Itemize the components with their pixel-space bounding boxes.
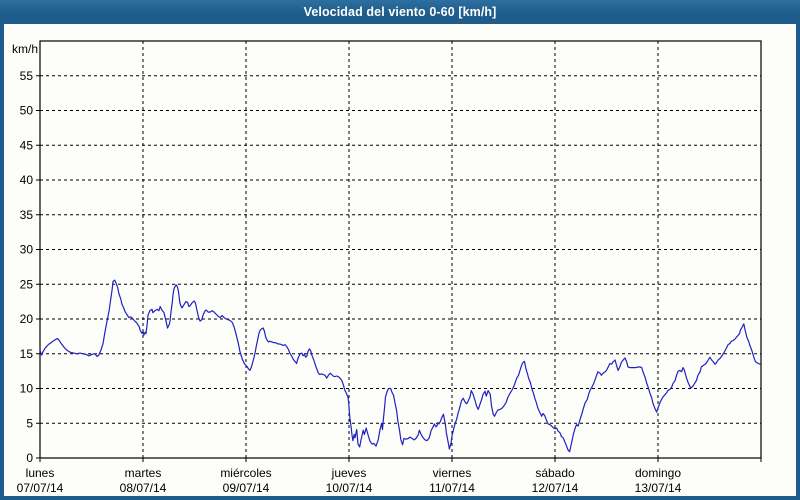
y-tick-label: 5	[26, 416, 33, 430]
x-date-label: 13/07/14	[635, 481, 682, 495]
y-tick-label: 20	[20, 312, 34, 326]
x-day-label: domingo	[635, 466, 681, 480]
y-tick-label: 25	[20, 277, 34, 291]
app-window: Velocidad del viento 0-60 [km/h] 0510152…	[0, 0, 800, 500]
x-date-label: 12/07/14	[532, 481, 579, 495]
y-tick-label: 45	[20, 138, 34, 152]
y-tick-label: 50	[20, 104, 34, 118]
y-tick-label: 15	[20, 347, 34, 361]
x-day-label: jueves	[331, 466, 367, 480]
x-day-label: viernes	[433, 466, 472, 480]
x-day-label: miércoles	[220, 466, 271, 480]
x-day-label: sábado	[535, 466, 575, 480]
x-day-label: lunes	[26, 466, 55, 480]
y-tick-label: 35	[20, 208, 34, 222]
x-day-label: martes	[125, 466, 162, 480]
y-tick-label: 10	[20, 382, 34, 396]
y-axis-unit-label: km/h	[12, 42, 38, 56]
y-tick-label: 0	[26, 451, 33, 465]
y-tick-label: 55	[20, 69, 34, 83]
x-date-label: 11/07/14	[429, 481, 475, 495]
x-date-label: 10/07/14	[326, 481, 373, 495]
wind-speed-chart: 0 5 10 15 20 25 30 35 40 45 50 55 km/h lunes07/07/14 m…	[0, 0, 800, 500]
x-date-label: 07/07/14	[17, 481, 64, 495]
y-tick-label: 40	[20, 173, 34, 187]
wind-speed-line	[40, 280, 760, 452]
x-date-label: 09/07/14	[223, 481, 270, 495]
x-date-label: 08/07/14	[120, 481, 167, 495]
y-tick-label: 30	[20, 243, 34, 257]
